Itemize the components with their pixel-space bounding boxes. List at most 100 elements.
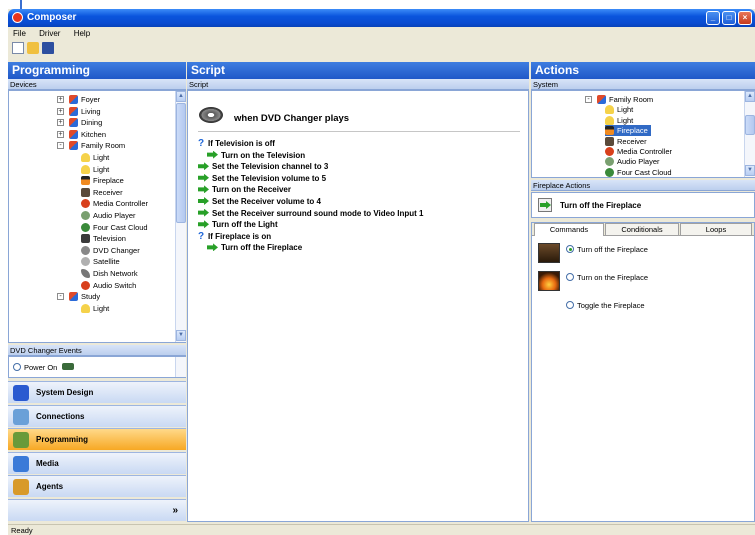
device-tree-item[interactable]: Kitchen (69, 129, 106, 140)
device-tree-item[interactable]: Satellite (81, 256, 120, 267)
device-tree-item[interactable]: Fireplace (81, 175, 124, 186)
device-tree-item[interactable]: Media Controller (81, 198, 148, 209)
tree-expander[interactable]: + (57, 130, 64, 138)
script-action[interactable]: Turn off the Fireplace (207, 243, 302, 253)
system-tree-item[interactable]: Family Room (597, 94, 653, 105)
script-header: Script (187, 62, 529, 79)
device-tree-item[interactable]: Light (81, 152, 109, 163)
menu-driver[interactable]: Driver (39, 27, 60, 40)
system-design-icon (13, 385, 29, 401)
title-bar[interactable]: Composer _ □ × (8, 9, 755, 27)
device-tree-item[interactable]: Dish Network (81, 268, 138, 279)
system-scroll-up[interactable]: ▲ (745, 91, 755, 102)
device-label: Media Controller (93, 199, 149, 209)
system-tree-item[interactable]: Light (605, 104, 633, 115)
nav-button[interactable]: System Design (8, 381, 186, 403)
script-action[interactable]: Set the Receiver volume to 4 (198, 197, 321, 207)
script-condition[interactable]: ? If Television is off (198, 139, 275, 149)
commands-panel: Commands Conditionals Loops Turn off the… (531, 222, 755, 522)
device-tree-item[interactable]: Foyer (69, 94, 100, 105)
tree-expander[interactable]: + (57, 107, 64, 115)
nav-button[interactable]: Agents (8, 475, 186, 497)
command-option[interactable]: Toggle the Fireplace (566, 301, 645, 310)
system-tree-item[interactable]: Four Cast Cloud (605, 167, 672, 178)
system-tree-item[interactable]: Light (605, 115, 633, 126)
system-scroll-thumb[interactable] (745, 115, 755, 135)
script-action[interactable]: Set the Television volume to 5 (198, 173, 326, 184)
system-scrollbar[interactable]: ▲ ▼ (744, 91, 755, 177)
system-tree-item[interactable]: Audio Player (605, 156, 660, 167)
system-tree-item[interactable]: Media Controller (605, 146, 672, 157)
tree-expander[interactable]: + (57, 96, 64, 103)
events-list: Power On (8, 356, 186, 378)
device-tree-item[interactable]: Television (81, 233, 126, 244)
close-button[interactable]: × (738, 11, 752, 25)
tab-commands[interactable]: Commands (534, 223, 604, 236)
more-buttons-chevron-icon[interactable]: » (8, 499, 186, 521)
command-radio[interactable] (566, 273, 574, 281)
device-tree-item[interactable]: Family Room (69, 140, 125, 151)
audio-player-icon (81, 211, 90, 220)
events-scrollbar[interactable] (175, 357, 186, 377)
script-condition[interactable]: ? If Fireplace is on (198, 231, 271, 242)
desktop-line (20, 0, 22, 9)
device-tree-item[interactable]: Study (69, 291, 100, 302)
device-tree-item[interactable]: Audio Player (81, 210, 136, 221)
command-radio[interactable] (566, 245, 574, 253)
system-item-label: Four Cast Cloud (617, 167, 672, 177)
script-editor[interactable]: when DVD Changer plays ? If Television is… (187, 90, 529, 522)
device-tree-item[interactable]: Audio Switch (81, 280, 136, 291)
tab-loops[interactable]: Loops (680, 223, 752, 235)
command-option[interactable]: Turn on the Fireplace (566, 273, 648, 282)
nav-button[interactable]: Programming (8, 428, 186, 450)
menu-bar: File Driver Help (8, 27, 755, 40)
minimize-button[interactable]: _ (706, 11, 720, 25)
open-folder-icon[interactable] (27, 42, 39, 54)
device-tree-item[interactable]: DVD Changer (81, 245, 140, 256)
device-tree-item[interactable]: Living (69, 106, 101, 117)
device-label: Light (93, 303, 110, 313)
tab-conditionals[interactable]: Conditionals (605, 223, 679, 235)
system-item-label: Audio Player (617, 157, 660, 167)
tree-expander[interactable]: + (57, 119, 64, 127)
system-tree-item-selected[interactable]: Fireplace (605, 125, 651, 137)
maximize-button[interactable]: □ (722, 11, 736, 25)
device-tree-item[interactable]: Light (81, 303, 109, 314)
device-tree-item[interactable]: Receiver (81, 187, 123, 198)
event-power-on[interactable]: Power On (13, 363, 75, 372)
tree-expander[interactable]: - (585, 96, 592, 103)
script-action[interactable]: Turn off the Light (198, 220, 278, 230)
scroll-up-button[interactable]: ▲ (176, 91, 186, 102)
scroll-thumb[interactable] (176, 103, 186, 223)
command-radio[interactable] (566, 301, 574, 309)
scroll-down-button[interactable]: ▼ (176, 330, 186, 341)
tree-expander[interactable]: - (57, 293, 64, 301)
device-tree-item[interactable]: Dining (69, 117, 102, 128)
nav-button[interactable]: Media (8, 451, 186, 474)
tree-expander[interactable]: - (57, 142, 64, 150)
light-icon (605, 115, 614, 125)
command-label: Turn on the Fireplace (577, 273, 649, 282)
menu-help[interactable]: Help (74, 27, 90, 40)
room-icon (69, 118, 78, 128)
light-icon (605, 105, 614, 115)
script-action[interactable]: Set the Television channel to 3 (198, 162, 328, 172)
new-file-icon[interactable] (12, 42, 24, 54)
system-item-label: Receiver (617, 136, 647, 146)
current-action-box[interactable]: Turn off the Fireplace (531, 192, 755, 218)
nav-button[interactable]: Connections (8, 404, 186, 427)
event-radio[interactable] (13, 363, 21, 371)
script-action[interactable]: Set the Receiver surround sound mode to … (198, 208, 423, 219)
device-tree-item[interactable]: Four Cast Cloud (81, 222, 148, 233)
light-icon (81, 303, 90, 313)
light-icon (81, 164, 90, 174)
save-icon[interactable] (42, 42, 54, 54)
command-option[interactable]: Turn off the Fireplace (566, 245, 648, 254)
devices-scrollbar[interactable]: ▲ ▼ (175, 91, 186, 342)
device-tree-item[interactable]: Light (81, 164, 109, 175)
system-tree-item[interactable]: Receiver (605, 136, 647, 147)
menu-file[interactable]: File (13, 27, 26, 40)
script-action[interactable]: Turn on the Receiver (198, 185, 291, 195)
script-action[interactable]: Turn on the Television (207, 150, 305, 161)
system-scroll-down[interactable]: ▼ (745, 165, 755, 176)
